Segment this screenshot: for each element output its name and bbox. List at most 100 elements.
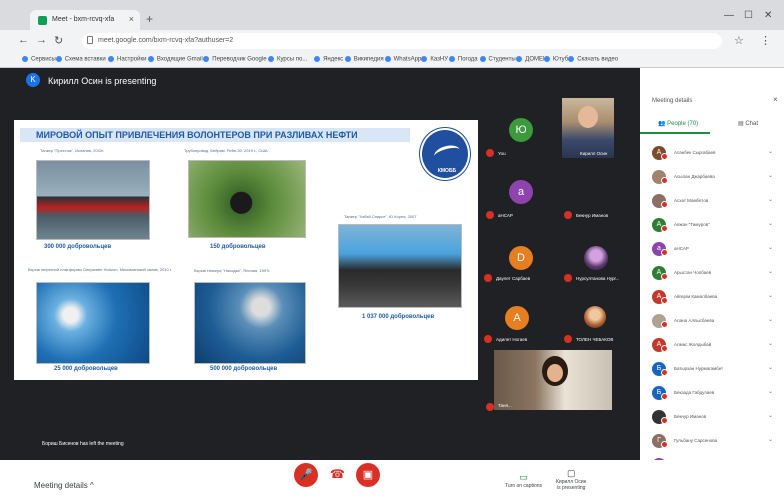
bookmark-icon	[22, 56, 28, 62]
slide-volunteers: 150 добровольцев	[210, 244, 266, 250]
mic-off-icon	[564, 211, 572, 219]
slide-title: МИРОВОЙ ОПЫТ ПРИВЛЕЧЕНИЯ ВОЛОНТЕРОВ ПРИ …	[20, 128, 410, 142]
participant-row[interactable]: A Алмас Жолдыбай ⌄	[652, 336, 780, 356]
slide-caption: Танкер "Престиж", Испания, 2002г.	[40, 148, 105, 153]
face-shape	[578, 106, 598, 128]
captions-button[interactable]: ▭ Turn on captions	[505, 472, 542, 489]
chevron-down-icon[interactable]: ⌄	[768, 196, 773, 203]
bookmark-icon	[55, 56, 62, 62]
reload-icon[interactable]: ↻	[54, 34, 63, 47]
participant-name: ТОЛЕН ЧЕБАКОВ	[576, 337, 614, 342]
participant-name: Аяжан "Тимуров"	[674, 222, 710, 227]
back-icon[interactable]: ←	[18, 34, 29, 46]
bookmark-item[interactable]: Сервисы	[22, 56, 56, 63]
window-close-icon[interactable]: ✕	[764, 10, 772, 21]
bookmark-item[interactable]: WhatsApp	[384, 56, 421, 63]
participant-row[interactable]: a аНСАР ⌄	[652, 240, 780, 260]
participant-row[interactable]: Б Батырхан Нурмагамбет ⌄	[652, 360, 780, 380]
participant-avatar: D	[509, 246, 533, 270]
bookmark-label: Настройки	[117, 56, 147, 63]
bookmark-item[interactable]: Ютуб	[543, 56, 569, 63]
tab-people[interactable]: 👥 People (70)	[658, 120, 698, 127]
bookmark-item[interactable]: Погода	[448, 56, 478, 63]
mic-off-icon	[661, 321, 668, 328]
bookmark-item[interactable]: Курсы по...	[268, 56, 307, 63]
tab-chat[interactable]: ▤ Chat	[738, 120, 758, 127]
participant-row[interactable]: A Айгерім Камалбаева ⌄	[652, 288, 780, 308]
menu-icon[interactable]: ⋮	[760, 34, 771, 47]
participant-avatar: A	[505, 306, 529, 330]
tanker-photo	[36, 160, 150, 240]
bookmark-item[interactable]: КазНУ	[421, 56, 448, 63]
chat-icon: ▤	[738, 121, 744, 127]
close-icon[interactable]: ×	[129, 14, 134, 24]
kmobb-logo: КМОББ	[420, 128, 470, 180]
presenting-label: Кирилл Осин is presenting	[556, 479, 587, 491]
mic-off-icon	[486, 403, 494, 411]
forward-icon[interactable]: →	[36, 34, 47, 46]
participant-row[interactable]: Асхат Мамбетов ⌄	[652, 192, 780, 212]
participant-row[interactable]: A Аяжан "Тимуров" ⌄	[652, 216, 780, 236]
participant-name: Арыстан Чолбаев	[674, 270, 712, 275]
star-icon[interactable]: ☆	[734, 34, 744, 47]
presenting-button[interactable]: ▢ Кирилл Осин is presenting	[556, 468, 586, 491]
participant-row[interactable]: Алана Алпысбаева ⌄	[652, 312, 780, 332]
participant-name: Нурсултанова Нург...	[576, 276, 620, 281]
bookmark-label: Переводчик Google	[212, 56, 267, 63]
mic-off-icon	[661, 177, 668, 184]
bookmark-item[interactable]: Яндекс	[314, 56, 343, 63]
participant-row[interactable]: Б Бекзада Габдулаев ⌄	[652, 384, 780, 404]
chevron-down-icon[interactable]: ⌄	[768, 412, 773, 419]
lock-icon	[87, 36, 93, 44]
address-input[interactable]: meet.google.com/bxm-rcvq-xfa?authuser=2	[82, 33, 722, 49]
bookmark-item[interactable]: Переводчик Google	[203, 56, 267, 63]
chevron-down-icon[interactable]: ⌄	[768, 292, 773, 299]
participant-row[interactable]: A Арыстан Чолбаев ⌄	[652, 264, 780, 284]
participant-name: Гульбану Сарсенова	[674, 438, 718, 443]
bookmark-item[interactable]: Скачать видео	[568, 56, 618, 63]
mic-toggle-button[interactable]: 🎤	[294, 463, 318, 487]
bookmark-item[interactable]: Входящие Gmail	[147, 56, 203, 63]
slide-caption: Взрыв танкера "Находка", Япония, 1997г.	[194, 268, 271, 273]
panel-title: Meeting details	[652, 98, 693, 104]
bookmark-item[interactable]: Схема вставки	[55, 56, 106, 63]
chevron-down-icon[interactable]: ⌄	[768, 220, 773, 227]
participant-name: Даулет Сарбаев	[496, 276, 531, 281]
participant-row[interactable]: Г Гульбану Сарсенова ⌄	[652, 432, 780, 452]
bookmark-item[interactable]: ДОМЕН	[516, 56, 547, 63]
present-icon: ▢	[566, 468, 576, 478]
people-icon: 👥	[658, 121, 666, 127]
mic-off-icon	[661, 345, 668, 352]
new-tab-icon[interactable]: +	[146, 12, 153, 26]
screen: Meet - bxm-rcvq-xfa × + — ☐ ✕ ← → ↻ meet…	[0, 0, 784, 497]
participant-row[interactable]: Бекнур Иманов ⌄	[652, 408, 780, 428]
close-icon[interactable]: ×	[773, 95, 778, 104]
chevron-down-icon[interactable]: ⌄	[768, 172, 773, 179]
participant-name: аНСАР	[674, 246, 689, 251]
chevron-down-icon[interactable]: ⌄	[768, 364, 773, 371]
chevron-down-icon[interactable]: ⌄	[768, 244, 773, 251]
bookmark-label: Студенты	[488, 56, 516, 63]
maximize-icon[interactable]: ☐	[744, 10, 753, 21]
slide-caption: Танкер "Хэбэй Спирит", Ю.Корея, 2007	[344, 214, 417, 219]
slide-volunteers: 300 000 добровольцев	[44, 244, 112, 250]
chevron-down-icon[interactable]: ⌄	[768, 316, 773, 323]
chevron-down-icon[interactable]: ⌄	[768, 388, 773, 395]
participant-row[interactable]: A Асанбек Сыргабаев ⌄	[652, 144, 780, 164]
participant-row[interactable]: Асылан Джарбаева ⌄	[652, 168, 780, 188]
chevron-down-icon[interactable]: ⌄	[768, 268, 773, 275]
bookmark-item[interactable]: Википедия	[344, 56, 384, 63]
bookmark-item[interactable]: Настройки	[108, 56, 146, 63]
camera-toggle-button[interactable]: ▣	[356, 463, 380, 487]
minimize-icon[interactable]: —	[724, 10, 734, 21]
tanker-fire-photo	[194, 282, 306, 364]
chevron-down-icon[interactable]: ⌄	[768, 148, 773, 155]
meeting-details-button[interactable]: Meeting details ^	[34, 481, 94, 490]
chevron-down-icon[interactable]: ⌄	[768, 340, 773, 347]
bookmark-label: Ютуб	[552, 56, 569, 63]
bookmark-item[interactable]: Студенты	[479, 56, 516, 63]
logo-text: КМОББ	[437, 168, 457, 174]
hang-up-button[interactable]: ☎	[330, 467, 345, 481]
browser-tab[interactable]: Meet - bxm-rcvq-xfa ×	[30, 10, 140, 30]
chevron-down-icon[interactable]: ⌄	[768, 436, 773, 443]
